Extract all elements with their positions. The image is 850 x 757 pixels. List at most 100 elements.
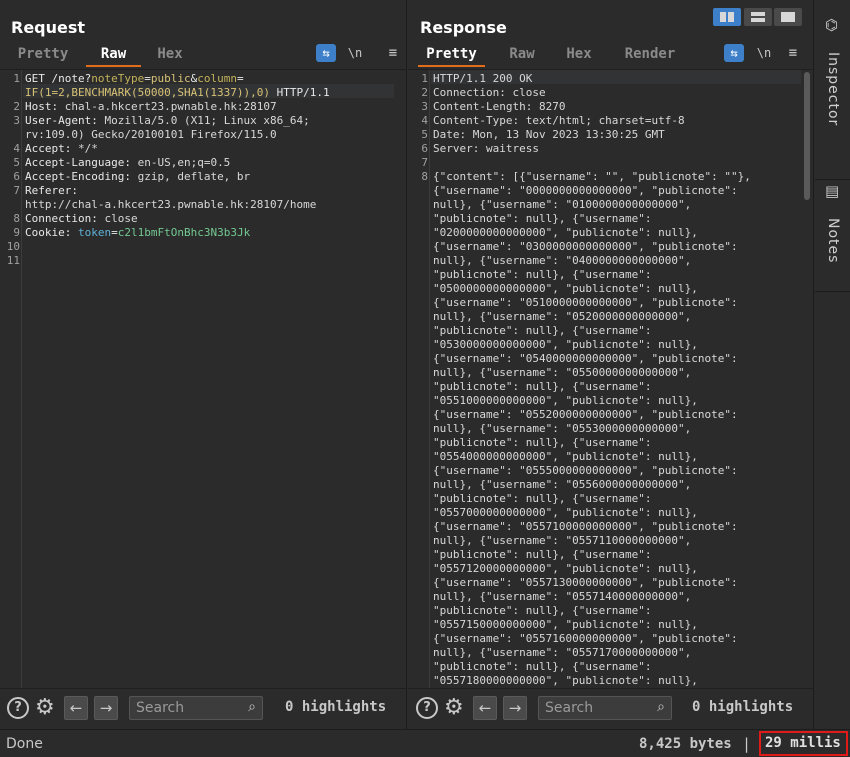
response-panel: Response Pretty Raw Hex Render ⇆ \n ≡ 1H… [408, 0, 814, 729]
response-code-line: null}, {"username": "0557110000000000", [433, 534, 692, 547]
line-number: 2 [421, 86, 428, 99]
notes-tab[interactable]: ▤ Notes [815, 180, 850, 292]
tab-request-raw[interactable]: Raw [86, 43, 141, 67]
status-separator: | [744, 735, 750, 753]
request-code-line: Referer: [25, 184, 85, 197]
response-code-line: {"content": [{"username": "", "publicnot… [433, 170, 751, 183]
response-menu-icon[interactable]: ≡ [783, 44, 803, 62]
response-code-line: "publicnote": null}, {"username": [433, 212, 652, 225]
inspector-tab[interactable]: ⌬ Inspector [815, 10, 850, 180]
response-code-line: "publicnote": null}, {"username": [433, 604, 652, 617]
response-code-line: HTTP/1.1 200 OK [433, 72, 533, 85]
search-icon[interactable]: ⌕ [248, 699, 256, 715]
response-scrollbar[interactable] [804, 72, 810, 200]
layout-tabs-button[interactable] [774, 8, 802, 26]
response-code-line: null}, {"username": "0553000000000000", [433, 422, 692, 435]
response-code-line: Content-Type: text/html; charset=utf-8 [433, 114, 685, 127]
response-size: 8,425 bytes [639, 736, 732, 752]
response-code-line: "0551000000000000", "publicnote": null}, [433, 394, 698, 407]
tab-request-pretty[interactable]: Pretty [8, 43, 78, 67]
response-code-line: "0557180000000000", "publicnote": null}, [433, 674, 698, 687]
response-code-line: null}, {"username": "0556000000000000", [433, 478, 692, 491]
line-number: 2 [13, 100, 20, 113]
response-code-line: "0500000000000000", "publicnote": null}, [433, 282, 698, 295]
response-bottom-toolbar: ? ⚙ ← → ⌕ 0 highlights [408, 689, 813, 729]
request-search-input[interactable] [130, 697, 238, 719]
previous-arrow-icon[interactable]: ← [473, 696, 497, 720]
inspector-sidebar: ⌬ Inspector ▤ Notes [815, 0, 850, 729]
line-number: 11 [6, 254, 20, 267]
wrap-lines-icon[interactable]: ⇆ [724, 44, 744, 62]
response-code-line: null}, {"username": "0400000000000000", [433, 254, 692, 267]
request-code-line: Host: chal-a.hkcert23.pwnable.hk:28107 [25, 100, 277, 113]
request-title: Request [11, 18, 86, 37]
response-code-line: "0557000000000000", "publicnote": null}, [433, 506, 698, 519]
tab-response-hex[interactable]: Hex [558, 43, 600, 67]
help-icon[interactable]: ? [7, 697, 29, 719]
response-title: Response [420, 18, 507, 37]
response-code-line: {"username": "0552000000000000", "public… [433, 408, 738, 421]
line-number: 5 [13, 156, 20, 169]
search-icon[interactable]: ⌕ [657, 699, 665, 715]
request-bottom-toolbar: ? ⚙ ← → ⌕ 0 highlights [0, 689, 406, 729]
line-number: 3 [13, 114, 20, 127]
help-icon[interactable]: ? [416, 697, 438, 719]
layout-stacked-button[interactable] [744, 8, 772, 26]
response-code-line: null}, {"username": "0100000000000000", [433, 198, 692, 211]
request-code-line: Accept-Language: en-US,en;q=0.5 [25, 156, 231, 169]
response-code-line: "publicnote": null}, {"username": [433, 436, 652, 449]
wrap-lines-icon[interactable]: ⇆ [316, 44, 336, 62]
gear-icon[interactable]: ⚙ [444, 696, 464, 720]
line-number: 9 [13, 226, 20, 239]
response-code-line: {"username": "0000000000000000", "public… [433, 184, 738, 197]
response-code-line: "publicnote": null}, {"username": [433, 492, 652, 505]
line-number: 8 [421, 170, 428, 183]
notes-icon: ▤ [825, 182, 840, 200]
next-arrow-icon[interactable]: → [94, 696, 118, 720]
response-search-box: ⌕ [538, 696, 672, 720]
request-panel: Request Pretty Raw Hex ⇆ \n ≡ 1 GET /note… [0, 0, 407, 729]
request-code-line: Cookie: token=c2l1bmFtOnBhc3N3b3Jk [25, 226, 251, 239]
response-code-line: Content-Length: 8270 [433, 100, 566, 113]
response-code-line: Connection: close [433, 86, 546, 99]
notes-label: Notes [825, 218, 841, 264]
show-newlines-button[interactable]: \n [345, 44, 365, 62]
response-code-line: {"username": "0540000000000000", "public… [433, 352, 738, 365]
response-code-line: "publicnote": null}, {"username": [433, 380, 652, 393]
response-code-line: Server: waitress [433, 142, 539, 155]
next-arrow-icon[interactable]: → [503, 696, 527, 720]
response-highlights-count: 0 highlights [692, 699, 794, 715]
response-editor[interactable]: 1 HTTP/1.1 200 OK 2 Connection: close 3 Conte… [408, 69, 813, 689]
previous-arrow-icon[interactable]: ← [64, 696, 88, 720]
line-number: 5 [421, 128, 428, 141]
response-search-input[interactable] [539, 697, 647, 719]
line-number: 4 [13, 142, 20, 155]
response-code-line: {"username": "0557100000000000", "public… [433, 520, 738, 533]
tab-response-render[interactable]: Render [616, 43, 684, 67]
gear-icon[interactable]: ⚙ [35, 696, 55, 720]
inspector-icon: ⌬ [825, 16, 839, 34]
response-code-line: {"username": "0557160000000000", "public… [433, 632, 738, 645]
response-code-line: Date: Mon, 13 Nov 2023 13:30:25 GMT [433, 128, 665, 141]
request-editor[interactable]: 1 GET /note?noteType=public&column= IF(1=2… [0, 69, 406, 689]
tab-response-pretty[interactable]: Pretty [418, 43, 485, 67]
response-code-line: {"username": "0555000000000000", "public… [433, 464, 738, 477]
request-code-line: IF(1=2,BENCHMARK(50000,SHA1(1337)),0) HT… [25, 86, 330, 99]
status-bar: Done 8,425 bytes | 29 millis [0, 729, 850, 757]
response-code-line: "publicnote": null}, {"username": [433, 660, 652, 673]
line-number: 7 [421, 156, 428, 169]
response-code-line: "0557120000000000", "publicnote": null}, [433, 562, 698, 575]
line-number: 10 [6, 240, 20, 253]
tab-request-hex[interactable]: Hex [145, 43, 195, 67]
tab-response-raw[interactable]: Raw [500, 43, 544, 67]
line-number: 7 [13, 184, 20, 197]
response-code-line: null}, {"username": "0550000000000000", [433, 366, 692, 379]
layout-side-by-side-button[interactable] [713, 8, 741, 26]
show-newlines-button[interactable]: \n [754, 44, 774, 62]
response-code-line: null}, {"username": "0520000000000000", [433, 310, 692, 323]
line-number: 3 [421, 100, 428, 113]
request-menu-icon[interactable]: ≡ [383, 44, 403, 62]
response-code-line: "0200000000000000", "publicnote": null}, [433, 226, 698, 239]
response-timing: 29 millis [759, 731, 848, 756]
request-code-line: http://chal-a.hkcert23.pwnable.hk:28107/… [25, 198, 317, 211]
